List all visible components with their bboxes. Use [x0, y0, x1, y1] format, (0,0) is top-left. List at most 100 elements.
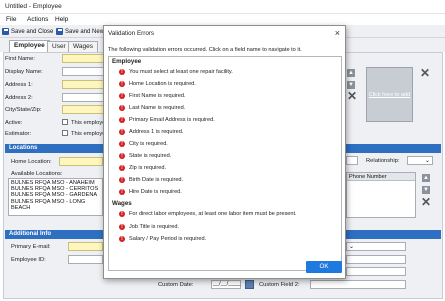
validation-errors-dialog: Validation Errors × The following valida…: [103, 25, 346, 279]
error-icon: !: [119, 153, 125, 159]
custom-date-field[interactable]: __/__/____: [211, 280, 241, 289]
save-new-label: Save and New: [65, 28, 105, 35]
error-item[interactable]: ! Address 1 is required.: [119, 128, 183, 136]
list-item[interactable]: BULNES RFQA MSO - GARDENA: [11, 192, 100, 198]
add-photo-link[interactable]: Click here to add: [367, 92, 412, 98]
save-new-button[interactable]: Save and New: [56, 27, 104, 36]
error-item[interactable]: ! Hire Date is required.: [119, 188, 182, 196]
chevron-down-icon: ⌄: [424, 158, 430, 164]
available-locations-list[interactable]: BULNES RFQA MSO - ANAHEIM BULNES RFQA MS…: [8, 178, 103, 216]
additional-field-right[interactable]: [346, 255, 406, 264]
first-name-field[interactable]: [62, 54, 104, 63]
relationship-label: Relationship:: [366, 158, 400, 164]
phone-remove-icon[interactable]: ✕: [421, 196, 431, 208]
tab-employee[interactable]: Employee: [9, 40, 50, 52]
phone-number-header: Phone Number: [347, 173, 415, 181]
close-icon[interactable]: ×: [335, 28, 340, 38]
error-item[interactable]: ! Zip is required.: [119, 164, 166, 172]
additional-info-header: Additional Info: [5, 230, 103, 239]
error-icon: !: [119, 69, 125, 75]
calendar-icon[interactable]: [245, 280, 254, 289]
dialog-instruction: The following validation errors occurred…: [108, 47, 302, 53]
first-name-label: First Name:: [5, 56, 35, 62]
employee-id-field[interactable]: [68, 255, 103, 264]
error-icon: !: [119, 189, 125, 195]
save-icon: [2, 28, 9, 35]
city-field[interactable]: [62, 105, 104, 114]
additional-field-right-2[interactable]: [346, 267, 406, 276]
active-checkbox[interactable]: [62, 119, 68, 125]
error-icon: !: [119, 117, 125, 123]
address1-field[interactable]: [62, 80, 104, 89]
group-wages: Wages: [112, 200, 132, 207]
ok-button[interactable]: OK: [306, 261, 342, 273]
error-icon: !: [119, 236, 125, 242]
error-icon: !: [119, 177, 125, 183]
active-text: This employe: [71, 120, 106, 126]
chevron-down-icon: ⌄: [349, 244, 355, 250]
custom-field2-input[interactable]: [310, 280, 406, 289]
estimator-text: This employe: [71, 131, 106, 137]
address1-label: Address 1:: [5, 82, 33, 88]
error-item[interactable]: ! Home Location is required.: [119, 80, 196, 88]
error-item[interactable]: ! Primary Email Address is required.: [119, 116, 215, 124]
menu-actions[interactable]: Actions: [27, 16, 48, 23]
move-up-icon[interactable]: ▲: [347, 69, 355, 77]
window-title: Untitled - Employee: [5, 3, 62, 10]
error-icon: !: [119, 211, 125, 217]
home-location-field[interactable]: [59, 157, 103, 166]
save-close-button[interactable]: Save and Close: [2, 27, 53, 36]
error-icon: !: [119, 93, 125, 99]
locations-header: Locations: [5, 144, 103, 153]
error-item[interactable]: ! State is required.: [119, 152, 171, 160]
custom-date-label: Custom Date:: [158, 282, 194, 288]
remove-icon[interactable]: ✕: [347, 90, 357, 102]
list-item[interactable]: BULNES RFQA MSO - LONG BEACH: [11, 199, 100, 211]
error-icon: !: [119, 224, 125, 230]
save-icon: [56, 28, 63, 35]
remove-photo-icon[interactable]: ✕: [420, 67, 430, 79]
tab-wages[interactable]: Wages: [68, 41, 98, 52]
error-item[interactable]: ! Birth Date is required.: [119, 176, 183, 184]
locations-header-right: [346, 144, 441, 153]
city-state-zip-label: City/State/Zip:: [5, 107, 42, 113]
display-name-field[interactable]: [62, 67, 104, 76]
error-icon: !: [119, 81, 125, 87]
address2-label: Address 2:: [5, 95, 33, 101]
available-locations-label: Available Locations:: [11, 171, 63, 177]
menu-file[interactable]: File: [6, 16, 16, 23]
additional-info-header-right: [346, 230, 441, 239]
estimator-label: Estimator:: [5, 131, 32, 137]
error-item[interactable]: ! For direct labor employees, at least on…: [119, 210, 297, 218]
title-bar: Untitled - Employee: [0, 0, 445, 14]
display-name-label: Display Name:: [5, 69, 43, 75]
estimator-checkbox[interactable]: [62, 130, 68, 136]
error-item[interactable]: ! City is required.: [119, 140, 168, 148]
relationship-select[interactable]: ⌄: [407, 156, 433, 165]
menu-bar: File Actions Help: [0, 14, 445, 25]
error-item[interactable]: ! Job Title is required.: [119, 223, 179, 231]
error-item[interactable]: ! Last Name is required.: [119, 104, 185, 112]
error-item[interactable]: ! Salary / Pay Period is required.: [119, 235, 206, 243]
phone-down-icon[interactable]: ▼: [422, 186, 430, 194]
error-icon: !: [119, 105, 125, 111]
employee-id-label: Employee ID:: [11, 257, 46, 263]
menu-help[interactable]: Help: [55, 16, 68, 23]
error-item[interactable]: ! You must select at least one repair fac…: [119, 68, 233, 76]
group-employee: Employee: [112, 58, 142, 65]
phone-up-icon[interactable]: ▲: [422, 174, 430, 182]
move-down-icon[interactable]: ▼: [347, 81, 355, 89]
location-field-right[interactable]: [346, 156, 358, 165]
save-close-label: Save and Close: [11, 28, 54, 35]
active-label: Active:: [5, 120, 23, 126]
dialog-title: Validation Errors: [108, 30, 155, 37]
employee-photo[interactable]: Click here to add: [366, 67, 413, 122]
address2-field[interactable]: [62, 93, 104, 102]
home-location-label: Home Location:: [11, 159, 52, 165]
additional-select-right[interactable]: ⌄: [346, 242, 406, 251]
validation-error-list: Employee ! You must select at least one r…: [108, 56, 342, 271]
error-icon: !: [119, 141, 125, 147]
primary-email-field[interactable]: [68, 242, 103, 251]
phone-table[interactable]: Phone Number: [346, 172, 416, 218]
error-item[interactable]: ! First Name is required.: [119, 92, 186, 100]
